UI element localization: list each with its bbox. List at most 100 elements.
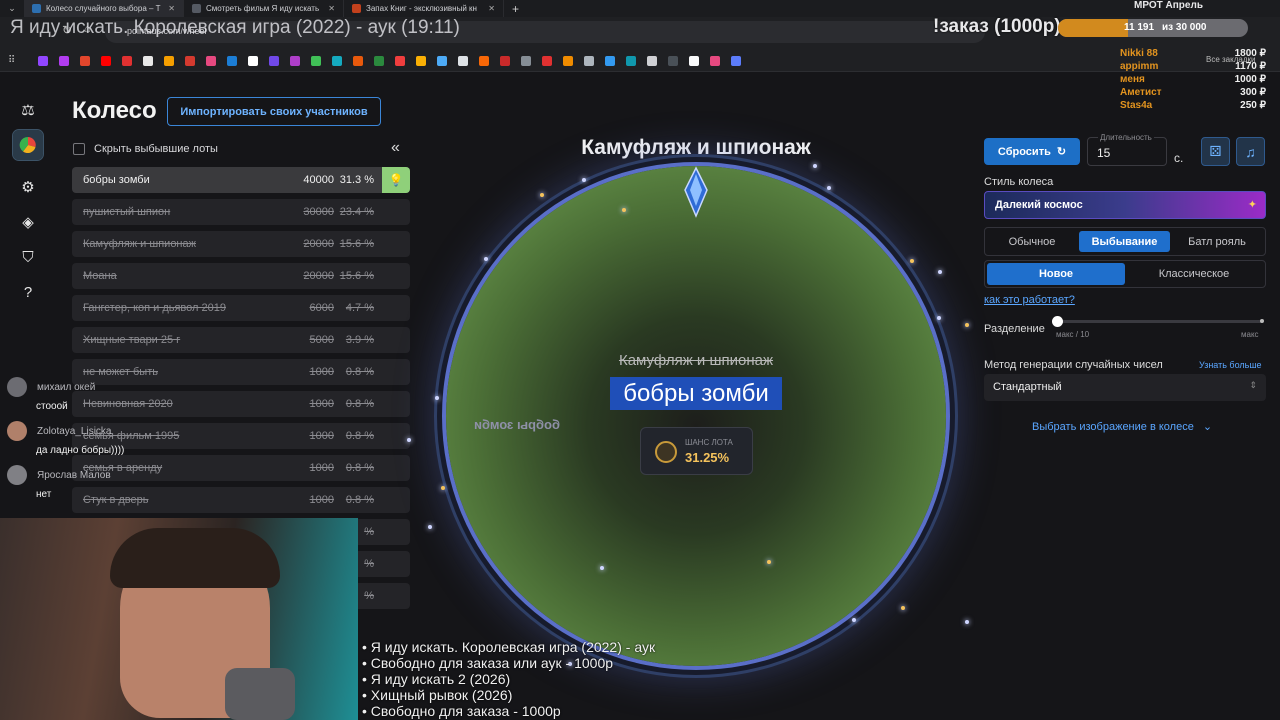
star-icon: [965, 323, 969, 327]
lot-amount: 40000: [303, 174, 334, 186]
bookmark-icon[interactable]: [101, 55, 112, 66]
bookmark-icon[interactable]: [206, 55, 217, 66]
select-arrows-icon: ⇕: [1249, 380, 1257, 390]
bookmark-icon[interactable]: [437, 55, 448, 66]
lightbulb-icon[interactable]: 💡: [382, 167, 410, 193]
tab-books[interactable]: Запах Книг - эксклюзивный кн ✕: [344, 0, 504, 17]
lot-row[interactable]: Камуфляж и шпионаж 20000 15.6 %: [72, 231, 410, 257]
lot-name: Камуфляж и шпионаж: [83, 238, 196, 250]
bookmark-icon[interactable]: [248, 55, 259, 66]
donor-amount: 1000 ₽: [1234, 74, 1266, 85]
lot-row[interactable]: бобры зомби 40000 31.3 % 💡: [72, 167, 410, 193]
lot-row[interactable]: пушистый шпион 30000 23.4 %: [72, 199, 410, 225]
queue-list: • Я иду искать. Королевская игра (2022) …: [362, 639, 655, 719]
bookmark-icon[interactable]: [563, 55, 574, 66]
shield-icon[interactable]: ⛉: [13, 242, 43, 272]
bookmark-icon[interactable]: [122, 55, 133, 66]
avatar: [7, 377, 27, 397]
tab-title: Колесо случайного выбора – Т: [46, 4, 161, 13]
lot-name: Хищные твари 25 г: [83, 334, 181, 346]
variant-classic-tab[interactable]: Классическое: [1126, 263, 1262, 285]
split-track[interactable]: [1057, 320, 1263, 323]
bookmark-icon[interactable]: [227, 55, 238, 66]
lot-name: Стук в дверь: [83, 494, 149, 506]
bookmark-icon[interactable]: [479, 55, 490, 66]
close-tab-icon[interactable]: ✕: [168, 4, 175, 13]
bookmark-icon[interactable]: [584, 55, 595, 66]
rng-learn-more-link[interactable]: Узнать больше: [1199, 360, 1262, 370]
lot-percent: 0.8 %: [345, 462, 374, 474]
bookmark-icon[interactable]: [311, 55, 322, 66]
variant-new-tab[interactable]: Новое: [987, 263, 1125, 285]
streamer-hair: [110, 528, 280, 588]
bookmark-icon[interactable]: [521, 55, 532, 66]
bookmark-icon[interactable]: [269, 55, 280, 66]
lot-row[interactable]: не может быть 1000 0.8 %: [72, 359, 410, 385]
collapse-icon[interactable]: «: [391, 139, 400, 157]
bookmark-icon[interactable]: [290, 55, 301, 66]
bookmark-icon[interactable]: [731, 55, 742, 66]
bookmark-icon[interactable]: [332, 55, 343, 66]
bookmark-icon[interactable]: [416, 55, 427, 66]
donor-amount: 1170 ₽: [1235, 61, 1266, 72]
help-icon[interactable]: ?: [13, 277, 43, 307]
bookmark-icon[interactable]: [185, 55, 196, 66]
wheel-disc[interactable]: [446, 166, 946, 666]
mode-elimination-tab[interactable]: Выбывание: [1079, 231, 1170, 252]
lot-amount: 6000: [309, 302, 334, 314]
tab-search-icon[interactable]: ⌄: [0, 0, 24, 17]
refresh-icon: ↻: [1056, 146, 1067, 158]
auction-icon[interactable]: ⚖: [13, 95, 43, 125]
lot-row[interactable]: семья в аренду 1000 0.8 %: [72, 455, 410, 481]
music-icon[interactable]: ♫: [1236, 137, 1265, 166]
mode-normal-tab[interactable]: Обычное: [988, 231, 1076, 252]
how-it-works-link[interactable]: как это работает?: [984, 294, 1075, 306]
dice-icon[interactable]: ⚄: [1201, 137, 1230, 166]
new-tab-button[interactable]: +: [504, 2, 527, 16]
apps-icon[interactable]: ⠿: [8, 55, 15, 66]
rng-select[interactable]: Стандартный ⇕: [984, 374, 1266, 401]
split-slider-thumb[interactable]: [1052, 316, 1063, 327]
bookmark-icon[interactable]: [164, 55, 175, 66]
bookmark-icon[interactable]: [143, 55, 154, 66]
duration-field[interactable]: Длительность 15: [1087, 133, 1167, 166]
lot-row[interactable]: Хищные твари 25 г 5000 3.9 %: [72, 327, 410, 353]
choose-image-button[interactable]: Выбрать изображение в колесе ⌄: [1032, 420, 1212, 433]
progress-current: 11 191: [1124, 22, 1155, 33]
gear-icon[interactable]: ⚙: [13, 172, 43, 202]
bookmark-icon[interactable]: [80, 55, 91, 66]
bookmark-icon[interactable]: [689, 55, 700, 66]
close-tab-icon[interactable]: ✕: [488, 4, 495, 13]
bookmark-icon[interactable]: [542, 55, 553, 66]
bookmark-icon[interactable]: [353, 55, 364, 66]
lot-row[interactable]: Моана 20000 15.6 %: [72, 263, 410, 289]
bookmark-icon[interactable]: [647, 55, 658, 66]
bookmark-icon[interactable]: [668, 55, 679, 66]
bookmark-icon[interactable]: [374, 55, 385, 66]
import-participants-button[interactable]: Импортировать своих участников: [167, 97, 381, 126]
lot-row[interactable]: Стук в дверь 1000 0.8 %: [72, 487, 410, 513]
split-max-label: макс: [1241, 330, 1259, 339]
bookmark-icon[interactable]: [710, 55, 721, 66]
bookmark-icon[interactable]: [626, 55, 637, 66]
lot-row[interactable]: Невиновная 2020 1000 0.8 %: [72, 391, 410, 417]
bookmark-icon[interactable]: [59, 55, 70, 66]
reset-button[interactable]: Сбросить ↻: [984, 138, 1080, 165]
layers-icon[interactable]: ◈: [13, 207, 43, 237]
bookmark-icon[interactable]: [605, 55, 616, 66]
wheel-nav-icon[interactable]: [12, 129, 44, 161]
bookmark-icon[interactable]: [500, 55, 511, 66]
tab-movie[interactable]: Смотреть фильм Я иду искать ✕: [184, 0, 344, 17]
bookmark-icon[interactable]: [395, 55, 406, 66]
browser-tab-strip: ⌄ Колесо случайного выбора – Т ✕ Смотрет…: [0, 0, 1280, 17]
close-tab-icon[interactable]: ✕: [328, 4, 335, 13]
bookmark-icon[interactable]: [38, 55, 49, 66]
hide-eliminated-checkbox[interactable]: [73, 143, 85, 155]
tab-wheel[interactable]: Колесо случайного выбора – Т ✕: [24, 0, 184, 17]
lot-row[interactable]: Гангстер, коп и дьявол 2019 6000 4.7 %: [72, 295, 410, 321]
style-select[interactable]: Далекий космос ✦: [984, 191, 1266, 219]
bookmark-icon[interactable]: [458, 55, 469, 66]
star-icon: [428, 525, 432, 529]
mode-battle-royale-tab[interactable]: Батл рояль: [1172, 231, 1262, 252]
lot-amount: 20000: [303, 238, 334, 250]
